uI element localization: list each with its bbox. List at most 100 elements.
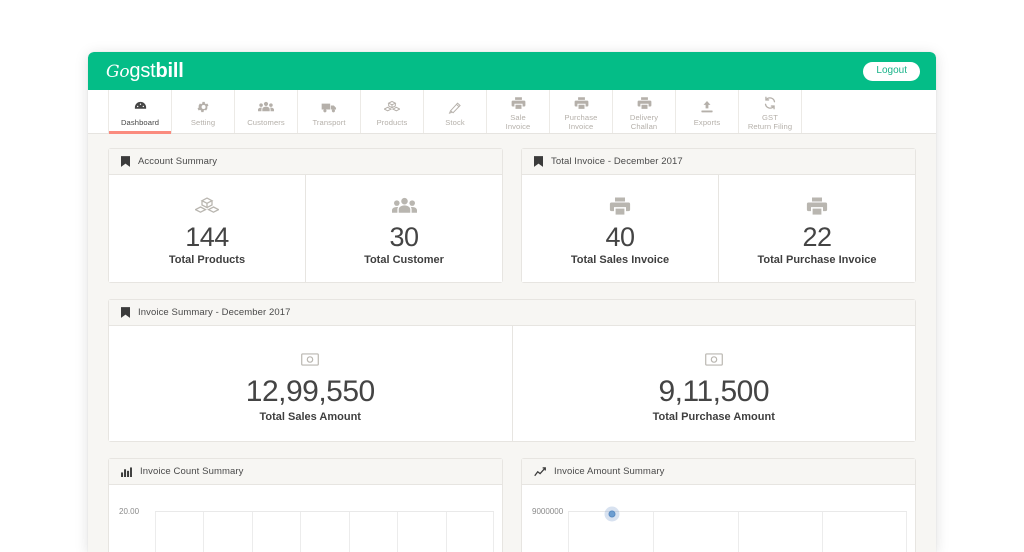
gridline: [252, 512, 253, 552]
total-sales-invoice-label: Total Sales Invoice: [528, 254, 712, 266]
users-icon: [258, 100, 274, 115]
gridline: [568, 512, 569, 552]
dashboard-content: Account Summary 144 Total Products: [88, 134, 936, 552]
boxes-icon: [115, 193, 299, 219]
gear-icon: [196, 100, 210, 115]
account-summary-header: Account Summary: [109, 149, 502, 175]
nav-label-transport: Transport: [312, 118, 345, 127]
nav-item-purchase-invoice[interactable]: Purchase Invoice: [549, 90, 612, 133]
total-sales-invoice-value: 40: [528, 222, 712, 252]
account-summary-card: Account Summary 144 Total Products: [108, 148, 503, 283]
stat-total-products: 144 Total Products: [109, 175, 305, 282]
account-summary-title: Account Summary: [138, 156, 217, 167]
boxes-icon: [384, 100, 400, 115]
invoice-amount-chart[interactable]: 9000000: [522, 485, 915, 552]
nav-label-gst-return-filing: GST Return Filing: [748, 113, 792, 131]
nav-label-setting: Setting: [191, 118, 215, 127]
total-purchase-amount-label: Total Purchase Amount: [519, 411, 910, 423]
invoice-count-chart[interactable]: 20.00: [109, 485, 502, 552]
top-header-bar: Gogstbill Logout: [88, 52, 936, 90]
nav-label-sale-invoice: Sale Invoice: [506, 113, 531, 131]
invoice-amount-summary-column: Invoice Amount Summary 9000000: [521, 458, 916, 552]
money-icon: [115, 346, 506, 372]
invoice-count-summary-body[interactable]: 20.00: [109, 485, 502, 552]
invoice-amount-summary-header: Invoice Amount Summary: [522, 459, 915, 485]
stat-total-sales-invoice: 40 Total Sales Invoice: [522, 175, 718, 282]
nav-label-stock: Stock: [445, 118, 465, 127]
invoice-amount-summary-title: Invoice Amount Summary: [554, 466, 664, 477]
gridline: [493, 512, 494, 552]
printer-icon: [511, 95, 526, 110]
data-point[interactable]: [609, 511, 616, 518]
stat-total-purchase-amount: 9,11,500 Total Purchase Amount: [512, 326, 916, 441]
nav-item-stock[interactable]: Stock: [423, 90, 486, 133]
nav-label-delivery-challan: Delivery Challan: [630, 113, 658, 131]
gridline: [653, 512, 654, 552]
bookmark-icon: [534, 156, 543, 167]
nav-label-exports: Exports: [694, 118, 720, 127]
invoice-summary-body: 12,99,550 Total Sales Amount 9,11,500 To…: [109, 326, 915, 441]
invoice-summary-header: Invoice Summary - December 2017: [109, 300, 915, 326]
gridline: [822, 512, 823, 552]
invoice-count-ytick-top: 20.00: [119, 507, 139, 516]
logo-go-text: Go: [106, 62, 129, 82]
nav-item-products[interactable]: Products: [360, 90, 423, 133]
total-invoice-title: Total Invoice - December 2017: [551, 156, 683, 167]
printer-icon: [528, 193, 712, 219]
invoice-amount-summary-body[interactable]: 9000000: [522, 485, 915, 552]
nav-item-sale-invoice[interactable]: Sale Invoice: [486, 90, 549, 133]
bookmark-icon: [121, 307, 130, 318]
refresh-icon: [763, 95, 777, 110]
gridline: [738, 512, 739, 552]
nav-label-purchase-invoice: Purchase Invoice: [565, 113, 598, 131]
bookmark-icon: [121, 156, 130, 167]
logout-button[interactable]: Logout: [863, 62, 920, 81]
total-purchase-invoice-label: Total Purchase Invoice: [725, 254, 909, 266]
total-customer-value: 30: [312, 222, 496, 252]
nav-left-spacer: [88, 90, 108, 133]
nav-item-transport[interactable]: Transport: [297, 90, 360, 133]
nav-item-exports[interactable]: Exports: [675, 90, 738, 133]
printer-icon: [637, 95, 652, 110]
line-chart-icon: [534, 467, 546, 477]
gridline: [906, 512, 907, 552]
app-window: Gogstbill Logout Dashboard Setting Custo…: [88, 52, 936, 552]
account-summary-body: 144 Total Products 30 Total Customer: [109, 175, 502, 282]
upload-icon: [700, 100, 714, 115]
logo-bill-text: bill: [156, 60, 184, 82]
invoice-count-summary-column: Invoice Count Summary 20.00: [108, 458, 503, 552]
stat-total-sales-amount: 12,99,550 Total Sales Amount: [109, 326, 512, 441]
invoice-summary-column: Invoice Summary - December 2017 12,99,55…: [108, 299, 916, 442]
total-invoice-column: Total Invoice - December 2017 40 Total S…: [521, 148, 916, 283]
invoice-count-summary-header: Invoice Count Summary: [109, 459, 502, 485]
gridline: [446, 512, 447, 552]
total-sales-amount-value: 12,99,550: [115, 375, 506, 409]
gridline: [300, 512, 301, 552]
nav-item-customers[interactable]: Customers: [234, 90, 297, 133]
app-logo[interactable]: Gogstbill: [106, 61, 184, 81]
total-invoice-header: Total Invoice - December 2017: [522, 149, 915, 175]
nav-right-filler: [801, 90, 936, 133]
total-products-value: 144: [115, 222, 299, 252]
nav-item-setting[interactable]: Setting: [171, 90, 234, 133]
invoice-summary-card: Invoice Summary - December 2017 12,99,55…: [108, 299, 916, 442]
nav-item-gst-return-filing[interactable]: GST Return Filing: [738, 90, 801, 133]
truck-icon: [321, 100, 338, 115]
total-customer-label: Total Customer: [312, 254, 496, 266]
nav-item-delivery-challan[interactable]: Delivery Challan: [612, 90, 675, 133]
stat-total-customer: 30 Total Customer: [305, 175, 502, 282]
summary-row-1: Account Summary 144 Total Products: [108, 148, 916, 283]
money-icon: [519, 346, 910, 372]
dashboard-icon: [133, 100, 148, 115]
total-invoice-body: 40 Total Sales Invoice 22 Total Purchase…: [522, 175, 915, 282]
nav-label-products: Products: [377, 118, 408, 127]
gridline: [203, 512, 204, 552]
invoice-count-plot: [155, 511, 494, 552]
logo-gst-text: gst: [129, 60, 155, 82]
nav-item-dashboard[interactable]: Dashboard: [108, 90, 171, 133]
total-products-label: Total Products: [115, 254, 299, 266]
bar-chart-icon: [121, 467, 132, 477]
invoice-amount-plot: [568, 511, 907, 552]
nav-label-dashboard: Dashboard: [121, 118, 159, 127]
chart-row: Invoice Count Summary 20.00: [108, 458, 916, 552]
